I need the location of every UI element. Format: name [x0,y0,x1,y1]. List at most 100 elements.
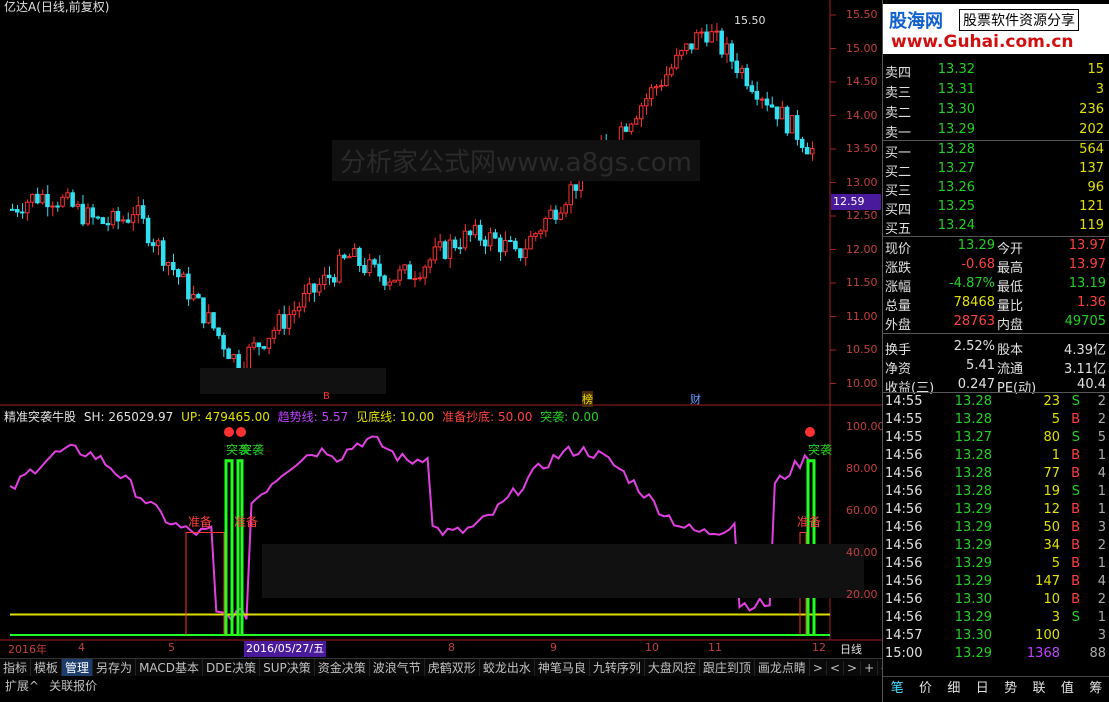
ext-tab-1[interactable]: 关联报价 [44,677,102,694]
candle-body [648,87,654,100]
ext-tab-0[interactable]: 扩展^ [0,677,44,694]
tab-19[interactable]: + [861,660,879,675]
tab-2[interactable]: 管理 [62,659,94,676]
candle-body [306,283,312,294]
tick-price: 13.29 [954,610,992,625]
price-tick: 12.50 [846,209,878,222]
candle-body [211,312,216,329]
period-label[interactable]: 日线 [840,641,862,657]
xtick-5: 5 [168,641,175,654]
tab-0[interactable]: 指标 [0,659,32,676]
quote-tab-2[interactable]: 细 [947,677,960,696]
candle-body [181,273,186,278]
candle-body [357,247,362,266]
tab-16[interactable]: > [810,660,827,675]
quote-tab-0[interactable]: 笔 [891,677,904,696]
tab-3[interactable]: 另存为 [93,659,137,676]
price-tick: 10.50 [846,343,878,356]
candle-body [301,292,307,308]
tick-volume: 147 [1035,574,1060,589]
tick-price: 13.29 [954,502,992,517]
tick-price: 13.29 [954,574,992,589]
tick-count: 1 [1097,556,1106,571]
buy-volume: 96 [1087,180,1104,195]
quote-tab-7[interactable]: 筹 [1089,677,1102,696]
candle-body [30,193,35,203]
candle-body [372,259,377,265]
tab-7[interactable]: 资金决策 [315,659,370,676]
tab-18[interactable]: > [844,660,862,675]
candle-body [20,211,25,214]
tick-row: 14:56 13.28 77 B 4 [883,466,1109,484]
tab-13[interactable]: 大盘风控 [645,659,700,676]
candle-body [85,207,90,225]
tick-row: 14:56 13.28 1 B 1 [883,448,1109,466]
xtick-8: 8 [448,641,455,654]
tick-time: 14:56 [885,520,923,535]
candle-body [804,147,810,155]
stat-value: 13.97 [1068,257,1106,272]
tick-direction: B [1071,574,1080,589]
buy-price: 13.28 [937,142,975,157]
candle-body [774,106,780,120]
tab-11[interactable]: 神笔马良 [535,659,590,676]
tab-10[interactable]: 蛟龙出水 [480,659,535,676]
tab-1[interactable]: 模板 [31,659,63,676]
tab-15[interactable]: 画龙点睛 [755,659,810,676]
sell-volume: 15 [1087,62,1104,77]
tab-17[interactable]: < [827,660,845,675]
candle-body [155,240,161,247]
quote-tab-6[interactable]: 值 [1061,677,1074,696]
buy-label: 买五 [885,222,912,237]
tab-12[interactable]: 九转序列 [590,659,645,676]
stat-row: 外盘 28763 内盘 49705 [883,314,1109,333]
stat-value: 13.97 [1068,238,1106,253]
stat-row: 净资 5.41 流通 3.11亿 [883,358,1109,377]
candle-body [482,239,488,247]
candle-body [558,212,563,220]
candle-body [347,256,352,259]
tick-price: 13.29 [954,538,992,553]
tick-count: 1 [1097,610,1106,625]
tab-6[interactable]: SUP决策 [260,659,315,676]
candle-body [714,30,719,33]
candle-body [70,192,75,207]
tab-14[interactable]: 跟庄到顶 [700,659,755,676]
tick-count: 3 [1097,628,1106,643]
candle-body [794,115,800,140]
candle-body [377,263,382,277]
tab-8[interactable]: 波浪气节 [370,659,425,676]
tick-row: 14:55 13.27 80 S 5 [883,430,1109,448]
buy-price: 13.24 [937,218,975,233]
candle-body [80,203,85,225]
tab-5[interactable]: DDE决策 [203,659,261,676]
chart-area[interactable]: 亿达A(日线,前复权) 分析家公式网www.a8gs.com 15.50 12.… [0,0,885,660]
quote-tab-5[interactable]: 联 [1033,677,1046,696]
xtick-4: 4 [78,641,85,654]
candle-body [55,205,60,208]
stat-key: 换手 [885,343,912,358]
candle-body [779,106,785,120]
signal-tuxi-2: 突袭 [240,443,265,457]
tick-volume: 5 [1051,412,1060,427]
buy-volume: 137 [1079,161,1104,176]
candle-body [326,274,332,279]
stat-row: 总量 78468 量比 1.36 [883,295,1109,314]
candle-body [799,138,805,149]
buy-row: 买五 13.24 119 [883,218,1109,237]
tick-price: 13.29 [954,646,992,661]
stat-key: 流通 [997,362,1024,377]
indicator-break: 突袭: 0.00 [540,410,599,424]
buy-volume: 119 [1079,218,1104,233]
tab-4[interactable]: MACD基本 [136,659,204,676]
quote-tab-1[interactable]: 价 [919,677,932,696]
stat-key: 量比 [997,299,1024,314]
indicator-bottom: 见底线: 10.00 [356,410,435,424]
quote-tab-3[interactable]: 日 [976,677,989,696]
quote-tab-4[interactable]: 势 [1004,677,1017,696]
buy-price: 13.27 [937,161,975,176]
tab-9[interactable]: 虎鹤双形 [425,659,480,676]
stat-key: 涨跌 [885,261,912,276]
stat-value: 13.29 [957,238,995,253]
tick-price: 13.28 [954,412,992,427]
